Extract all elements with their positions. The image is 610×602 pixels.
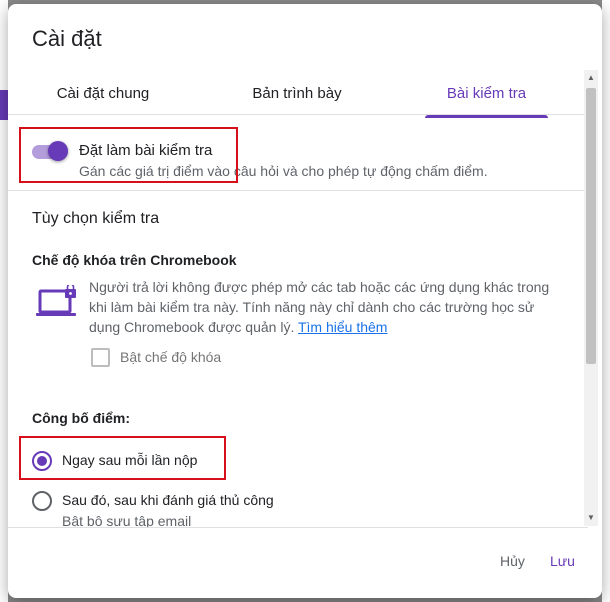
radio-later-manual-review[interactable] bbox=[32, 491, 52, 511]
tab-quizzes[interactable]: Bài kiểm tra bbox=[425, 70, 548, 118]
section-divider bbox=[8, 190, 584, 191]
background-app-strip-right bbox=[602, 0, 610, 602]
scroll-up-arrow-icon[interactable]: ▲ bbox=[585, 72, 597, 84]
settings-tabs: Cài đặt chung Bản trình bày Bài kiểm tra bbox=[8, 70, 588, 118]
scroll-down-arrow-icon[interactable]: ▼ bbox=[585, 512, 597, 524]
cancel-button[interactable]: Hủy bbox=[494, 549, 531, 573]
laptop-lock-icon bbox=[36, 285, 76, 316]
footer-divider bbox=[8, 527, 588, 528]
scrollbar-thumb[interactable] bbox=[586, 88, 596, 364]
radio-later-sublabel: Bật bộ sưu tập email bbox=[62, 513, 192, 527]
settings-dialog: Cài đặt Cài đặt chung Bản trình bày Bài … bbox=[8, 4, 602, 598]
learn-more-link[interactable]: Tìm hiểu thêm bbox=[298, 319, 387, 335]
highlight-box-release-option bbox=[19, 436, 226, 480]
quiz-settings-content: Đặt làm bài kiểm tra Gán các giá trị điể… bbox=[8, 115, 584, 527]
radio-later-label[interactable]: Sau đó, sau khi đánh giá thủ công bbox=[62, 492, 274, 508]
tab-general[interactable]: Cài đặt chung bbox=[38, 70, 168, 118]
tab-presentation[interactable]: Bản trình bày bbox=[232, 70, 362, 118]
lock-mode-description: Người trả lời không được phép mở các tab… bbox=[89, 277, 569, 337]
quiz-options-title: Tùy chọn kiểm tra bbox=[32, 210, 160, 227]
enable-lock-label: Bật chế độ khóa bbox=[120, 349, 222, 365]
save-button[interactable]: Lưu bbox=[544, 549, 581, 573]
dialog-title: Cài đặt bbox=[32, 26, 102, 51]
background-app-accent bbox=[0, 90, 8, 120]
lock-mode-heading: Chế độ khóa trên Chromebook bbox=[32, 252, 237, 268]
release-scores-heading: Công bố điểm: bbox=[32, 410, 130, 426]
enable-lock-checkbox[interactable] bbox=[91, 348, 110, 367]
highlight-box-quiz-toggle bbox=[19, 127, 238, 183]
